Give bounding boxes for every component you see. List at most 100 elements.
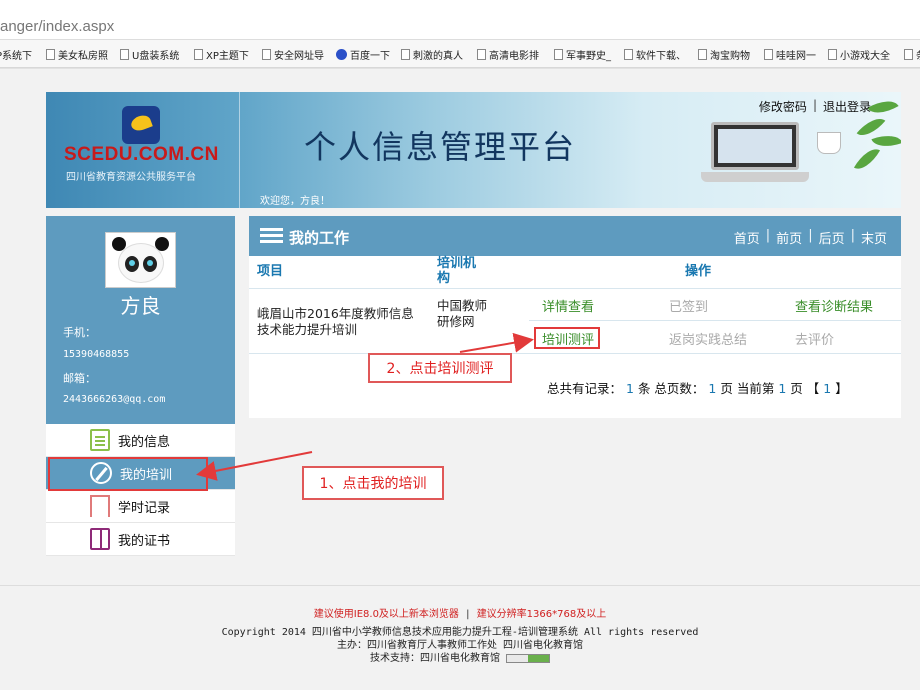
- laptop-icon: [701, 122, 809, 186]
- bookmark-item[interactable]: 淘宝购物: [698, 47, 750, 62]
- my-work-panel: 我的工作 首页 | 前页 | 后页 | 末页 项目 培训机构 操作 峨眉山市20…: [249, 216, 901, 418]
- bookmark-item[interactable]: XP主题下: [194, 47, 249, 62]
- profile-name: 方良: [120, 294, 161, 318]
- page-link[interactable]: 1: [823, 381, 831, 396]
- column-header-org: 培训机构: [437, 256, 477, 286]
- panel-header: 我的工作 首页 | 前页 | 后页 | 末页: [249, 216, 901, 256]
- address-bar[interactable]: anger/index.aspx: [0, 0, 920, 40]
- doc-icon: [120, 49, 129, 60]
- change-password-link[interactable]: 修改密码: [759, 98, 807, 115]
- pager: 首页 | 前页 | 后页 | 末页: [733, 228, 887, 247]
- top-links: 修改密码 | 退出登录: [759, 98, 871, 115]
- annotation-step1: 1、点击我的培训: [302, 466, 444, 500]
- org-name: 中国教师研修网: [437, 298, 488, 329]
- logo-bird-icon: [122, 106, 160, 144]
- site-logo[interactable]: SCEDU.COM.CN 四川省教育资源公共服务平台: [46, 92, 240, 208]
- doc-icon: [828, 49, 837, 60]
- training-highlight: [48, 457, 208, 491]
- doc-icon: [262, 49, 271, 60]
- column-header-project: 项目: [257, 264, 284, 279]
- sidebar-item-my-info[interactable]: 我的信息: [46, 424, 235, 457]
- panel-title: 我的工作: [289, 229, 350, 247]
- browser-tip: 建议使用IE8.0及以上新本浏览器: [313, 609, 459, 620]
- bookmark-icon: [90, 495, 110, 517]
- footer-divider: [0, 585, 920, 586]
- clipboard-icon: [90, 429, 110, 451]
- signed-status: 已签到: [669, 300, 709, 315]
- doc-icon: [904, 49, 913, 60]
- detail-link[interactable]: 详情查看: [542, 296, 594, 315]
- annotation-step2: 2、点击培训测评: [368, 353, 512, 383]
- total-records: 1: [626, 381, 634, 396]
- current-page: 1: [778, 381, 787, 396]
- book-icon: [90, 528, 110, 550]
- copyright: Copyright 2014 四川省中小学教师信息技术应用能力提升工程-培训管理…: [221, 627, 699, 638]
- tech-support: 技术支持：四川省电化教育馆: [0, 652, 920, 665]
- doc-icon: [554, 49, 563, 60]
- bookmark-item[interactable]: 安全网址导: [262, 47, 324, 62]
- coffee-cup-icon: [817, 132, 841, 154]
- phone-label: 手机：: [63, 326, 96, 339]
- paw-icon: [336, 49, 347, 60]
- column-header-ops: 操作: [685, 264, 712, 279]
- doc-icon: [401, 49, 410, 60]
- avatar: [105, 232, 176, 288]
- bookmark-item[interactable]: 军事野史_: [554, 47, 611, 62]
- evaluate-status: 去评价: [795, 333, 835, 348]
- doc-icon: [477, 49, 486, 60]
- summary-status: 返岗实践总结: [669, 333, 748, 348]
- divider: [249, 353, 901, 354]
- last-page-link[interactable]: 末页: [861, 228, 887, 247]
- sidebar-item-label: 我的信息: [118, 434, 171, 450]
- assessment-highlight: [534, 327, 600, 349]
- page-title: 个人信息管理平台: [304, 128, 577, 166]
- record-summary: 总共有记录： 1 条 总页数： 1 页 当前第 1 页 【 1 】: [547, 381, 848, 396]
- profile-card: 方良 手机： 15390468855 邮箱： 2443666263@qq.com: [46, 216, 235, 424]
- bookmarks-bar: P系统下 美女私房照 U盘装系统 XP主题下 安全网址导 百度一下 刺激的真人 …: [0, 40, 920, 68]
- list-icon: [260, 228, 283, 244]
- footer-tips: 建议使用IE8.0及以上新本浏览器 | 建议分辨率1366*768及以上: [313, 609, 607, 620]
- sidebar-item-label: 我的证书: [118, 533, 171, 549]
- email-value: 2443666263@qq.com: [63, 394, 166, 405]
- url-text[interactable]: anger/index.aspx: [0, 18, 114, 35]
- sidebar-item-my-certificates[interactable]: 我的证书: [46, 523, 235, 556]
- divider: [249, 288, 901, 289]
- bookmark-item[interactable]: 哇哇网一: [764, 47, 816, 62]
- phone-value: 15390468855: [63, 349, 130, 360]
- logo-text: SCEDU.COM.CN: [64, 144, 219, 165]
- doc-icon: [624, 49, 633, 60]
- chrome-separator: [0, 68, 920, 92]
- welcome-text: 欢迎您，方良！: [260, 196, 330, 207]
- doc-icon: [194, 49, 203, 60]
- prev-page-link[interactable]: 前页: [776, 228, 802, 247]
- bookmark-item[interactable]: 条: [904, 47, 920, 62]
- doc-icon: [764, 49, 773, 60]
- host-info: 主办：四川省教育厅人事教师工作处 四川省电化教育馆: [336, 640, 584, 651]
- sidebar: 方良 手机： 15390468855 邮箱： 2443666263@qq.com…: [46, 216, 235, 556]
- doc-icon: [698, 49, 707, 60]
- total-pages: 1: [708, 381, 717, 396]
- bookmark-item[interactable]: 小游戏大全: [828, 47, 890, 62]
- resolution-tip: 建议分辨率1366*768及以上: [476, 609, 607, 620]
- separator: |: [812, 98, 817, 112]
- bookmark-item[interactable]: U盘装系统: [120, 47, 179, 62]
- sidebar-item-label: 学时记录: [118, 500, 171, 516]
- logout-link[interactable]: 退出登录: [823, 98, 871, 115]
- bookmark-item[interactable]: 百度一下: [336, 47, 390, 62]
- email-label: 邮箱：: [63, 372, 96, 385]
- bookmark-item[interactable]: 美女私房照: [46, 47, 108, 62]
- logo-subtitle: 四川省教育资源公共服务平台: [66, 172, 196, 183]
- footer-info: Copyright 2014 四川省中小学教师信息技术应用能力提升工程-培训管理…: [0, 626, 920, 665]
- first-page-link[interactable]: 首页: [734, 228, 760, 247]
- next-page-link[interactable]: 后页: [819, 228, 845, 247]
- cnzz-counter-icon[interactable]: [506, 653, 551, 663]
- bookmark-item[interactable]: 高清电影排: [477, 47, 539, 62]
- bookmark-item[interactable]: 软件下载、: [624, 47, 686, 62]
- course-name: 峨眉山市2016年度教师信息技术能力提升培训: [257, 306, 414, 337]
- site-banner: SCEDU.COM.CN 四川省教育资源公共服务平台 个人信息管理平台 欢迎您，…: [46, 92, 901, 208]
- sidebar-item-hours-record[interactable]: 学时记录: [46, 490, 235, 523]
- panda-icon: [118, 243, 164, 283]
- bookmark-item[interactable]: 刺激的真人: [401, 47, 463, 62]
- bookmark-item[interactable]: P系统下: [0, 47, 32, 62]
- diagnosis-link[interactable]: 查看诊断结果: [795, 296, 873, 315]
